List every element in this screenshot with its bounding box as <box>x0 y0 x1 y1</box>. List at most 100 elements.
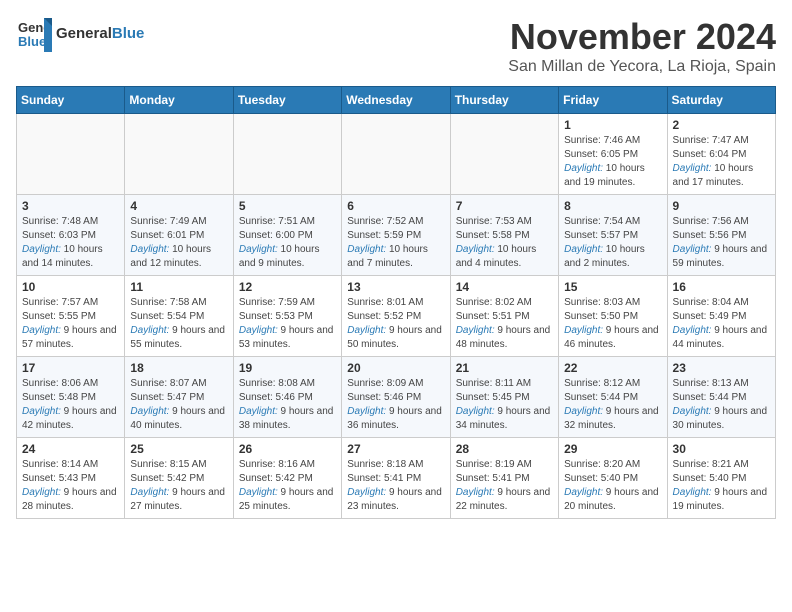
day-number: 1 <box>564 118 661 132</box>
calendar-cell: 27 Sunrise: 8:18 AMSunset: 5:41 PMDayligh… <box>342 438 450 519</box>
logo-icon: General Blue <box>16 16 52 52</box>
calendar-cell: 6 Sunrise: 7:52 AMSunset: 5:59 PMDaylight… <box>342 195 450 276</box>
day-number: 15 <box>564 280 661 294</box>
calendar-cell: 4 Sunrise: 7:49 AMSunset: 6:01 PMDaylight… <box>125 195 233 276</box>
calendar-cell: 16Sunrise: 8:04 AMSunset: 5:49 PMDayligh… <box>667 276 775 357</box>
calendar-week-2: 3 Sunrise: 7:48 AMSunset: 6:03 PMDaylight… <box>17 195 776 276</box>
day-info: Sunrise: 7:46 AMSunset: 6:05 PMDaylight:… <box>564 134 661 190</box>
calendar-week-5: 24Sunrise: 8:14 AMSunset: 5:43 PMDayligh… <box>17 438 776 519</box>
weekday-header-wednesday: Wednesday <box>342 87 450 114</box>
weekday-header-sunday: Sunday <box>17 87 125 114</box>
calendar-cell: 15 Sunrise: 8:03 AMSunset: 5:50 PMDayligh… <box>559 276 667 357</box>
calendar-cell: 19 Sunrise: 8:08 AMSunset: 5:46 PMDayligh… <box>233 357 341 438</box>
calendar-week-4: 17Sunrise: 8:06 AMSunset: 5:48 PMDayligh… <box>17 357 776 438</box>
title-area: November 2024 San Millan de Yecora, La R… <box>508 16 776 76</box>
day-info: Sunrise: 8:19 AMSunset: 5:41 PMDaylight:… <box>456 458 553 514</box>
day-number: 21 <box>456 361 553 375</box>
calendar-cell: 22 Sunrise: 8:12 AMSunset: 5:44 PMDayligh… <box>559 357 667 438</box>
calendar-week-3: 10 Sunrise: 7:57 AMSunset: 5:55 PMDayligh… <box>17 276 776 357</box>
day-info: Sunrise: 8:07 AMSunset: 5:47 PMDaylight:… <box>130 377 227 433</box>
day-info: Sunrise: 8:20 AMSunset: 5:40 PMDaylight:… <box>564 458 661 514</box>
calendar-cell: 29 Sunrise: 8:20 AMSunset: 5:40 PMDayligh… <box>559 438 667 519</box>
day-number: 14 <box>456 280 553 294</box>
day-number: 18 <box>130 361 227 375</box>
calendar-cell: 28 Sunrise: 8:19 AMSunset: 5:41 PMDayligh… <box>450 438 558 519</box>
svg-text:Blue: Blue <box>18 34 46 49</box>
day-number: 22 <box>564 361 661 375</box>
day-info: Sunrise: 7:49 AMSunset: 6:01 PMDaylight:… <box>130 215 227 271</box>
month-title: November 2024 <box>508 16 776 58</box>
day-number: 8 <box>564 199 661 213</box>
day-number: 12 <box>239 280 336 294</box>
day-number: 11 <box>130 280 227 294</box>
day-number: 17 <box>22 361 119 375</box>
calendar-cell: 11 Sunrise: 7:58 AMSunset: 5:54 PMDayligh… <box>125 276 233 357</box>
day-info: Sunrise: 8:18 AMSunset: 5:41 PMDaylight:… <box>347 458 444 514</box>
calendar-cell: 5 Sunrise: 7:51 AMSunset: 6:00 PMDaylight… <box>233 195 341 276</box>
day-info: Sunrise: 7:54 AMSunset: 5:57 PMDaylight:… <box>564 215 661 271</box>
day-info: Sunrise: 7:56 AMSunset: 5:56 PMDaylight:… <box>673 215 770 271</box>
day-number: 5 <box>239 199 336 213</box>
calendar-cell: 2Sunrise: 7:47 AMSunset: 6:04 PMDaylight… <box>667 114 775 195</box>
day-info: Sunrise: 8:02 AMSunset: 5:51 PMDaylight:… <box>456 296 553 352</box>
day-number: 13 <box>347 280 444 294</box>
day-number: 29 <box>564 442 661 456</box>
day-number: 7 <box>456 199 553 213</box>
calendar-cell: 10 Sunrise: 7:57 AMSunset: 5:55 PMDayligh… <box>17 276 125 357</box>
day-info: Sunrise: 8:09 AMSunset: 5:46 PMDaylight:… <box>347 377 444 433</box>
calendar-cell <box>17 114 125 195</box>
day-info: Sunrise: 7:53 AMSunset: 5:58 PMDaylight:… <box>456 215 553 271</box>
day-number: 20 <box>347 361 444 375</box>
day-info: Sunrise: 7:47 AMSunset: 6:04 PMDaylight:… <box>673 134 770 190</box>
day-info: Sunrise: 7:58 AMSunset: 5:54 PMDaylight:… <box>130 296 227 352</box>
day-number: 19 <box>239 361 336 375</box>
calendar-cell <box>450 114 558 195</box>
day-info: Sunrise: 8:12 AMSunset: 5:44 PMDaylight:… <box>564 377 661 433</box>
day-number: 3 <box>22 199 119 213</box>
day-info: Sunrise: 8:01 AMSunset: 5:52 PMDaylight:… <box>347 296 444 352</box>
calendar-cell: 12 Sunrise: 7:59 AMSunset: 5:53 PMDayligh… <box>233 276 341 357</box>
day-info: Sunrise: 8:15 AMSunset: 5:42 PMDaylight:… <box>130 458 227 514</box>
calendar-cell: 8 Sunrise: 7:54 AMSunset: 5:57 PMDaylight… <box>559 195 667 276</box>
day-info: Sunrise: 8:08 AMSunset: 5:46 PMDaylight:… <box>239 377 336 433</box>
day-number: 6 <box>347 199 444 213</box>
calendar-cell: 26Sunrise: 8:16 AMSunset: 5:42 PMDayligh… <box>233 438 341 519</box>
day-number: 16 <box>673 280 770 294</box>
calendar-cell: 24Sunrise: 8:14 AMSunset: 5:43 PMDayligh… <box>17 438 125 519</box>
day-info: Sunrise: 7:52 AMSunset: 5:59 PMDaylight:… <box>347 215 444 271</box>
day-info: Sunrise: 8:14 AMSunset: 5:43 PMDaylight:… <box>22 458 119 514</box>
day-number: 25 <box>130 442 227 456</box>
logo-general: General <box>56 25 112 42</box>
day-number: 10 <box>22 280 119 294</box>
weekday-header-tuesday: Tuesday <box>233 87 341 114</box>
day-number: 4 <box>130 199 227 213</box>
weekday-header-thursday: Thursday <box>450 87 558 114</box>
calendar-cell: 20 Sunrise: 8:09 AMSunset: 5:46 PMDayligh… <box>342 357 450 438</box>
calendar-cell: 13 Sunrise: 8:01 AMSunset: 5:52 PMDayligh… <box>342 276 450 357</box>
calendar-cell <box>342 114 450 195</box>
day-info: Sunrise: 8:21 AMSunset: 5:40 PMDaylight:… <box>673 458 770 514</box>
day-info: Sunrise: 7:51 AMSunset: 6:00 PMDaylight:… <box>239 215 336 271</box>
calendar-cell: 17Sunrise: 8:06 AMSunset: 5:48 PMDayligh… <box>17 357 125 438</box>
logo-blue: Blue <box>112 25 145 42</box>
calendar-cell: 1 Sunrise: 7:46 AMSunset: 6:05 PMDaylight… <box>559 114 667 195</box>
calendar-cell: 9Sunrise: 7:56 AMSunset: 5:56 PMDaylight… <box>667 195 775 276</box>
calendar-body: 1 Sunrise: 7:46 AMSunset: 6:05 PMDaylight… <box>17 114 776 519</box>
day-number: 30 <box>673 442 770 456</box>
day-info: Sunrise: 7:59 AMSunset: 5:53 PMDaylight:… <box>239 296 336 352</box>
day-number: 27 <box>347 442 444 456</box>
logo: General Blue GeneralBlue <box>16 16 144 52</box>
day-info: Sunrise: 8:16 AMSunset: 5:42 PMDaylight:… <box>239 458 336 514</box>
calendar-cell: 14 Sunrise: 8:02 AMSunset: 5:51 PMDayligh… <box>450 276 558 357</box>
calendar-cell: 21Sunrise: 8:11 AMSunset: 5:45 PMDayligh… <box>450 357 558 438</box>
day-info: Sunrise: 8:03 AMSunset: 5:50 PMDaylight:… <box>564 296 661 352</box>
weekday-header-saturday: Saturday <box>667 87 775 114</box>
day-number: 28 <box>456 442 553 456</box>
calendar-cell: 30 Sunrise: 8:21 AMSunset: 5:40 PMDayligh… <box>667 438 775 519</box>
day-info: Sunrise: 7:48 AMSunset: 6:03 PMDaylight:… <box>22 215 119 271</box>
calendar-cell: 23Sunrise: 8:13 AMSunset: 5:44 PMDayligh… <box>667 357 775 438</box>
calendar-cell: 18 Sunrise: 8:07 AMSunset: 5:47 PMDayligh… <box>125 357 233 438</box>
calendar-cell: 3 Sunrise: 7:48 AMSunset: 6:03 PMDaylight… <box>17 195 125 276</box>
calendar-week-1: 1 Sunrise: 7:46 AMSunset: 6:05 PMDaylight… <box>17 114 776 195</box>
day-info: Sunrise: 7:57 AMSunset: 5:55 PMDaylight:… <box>22 296 119 352</box>
